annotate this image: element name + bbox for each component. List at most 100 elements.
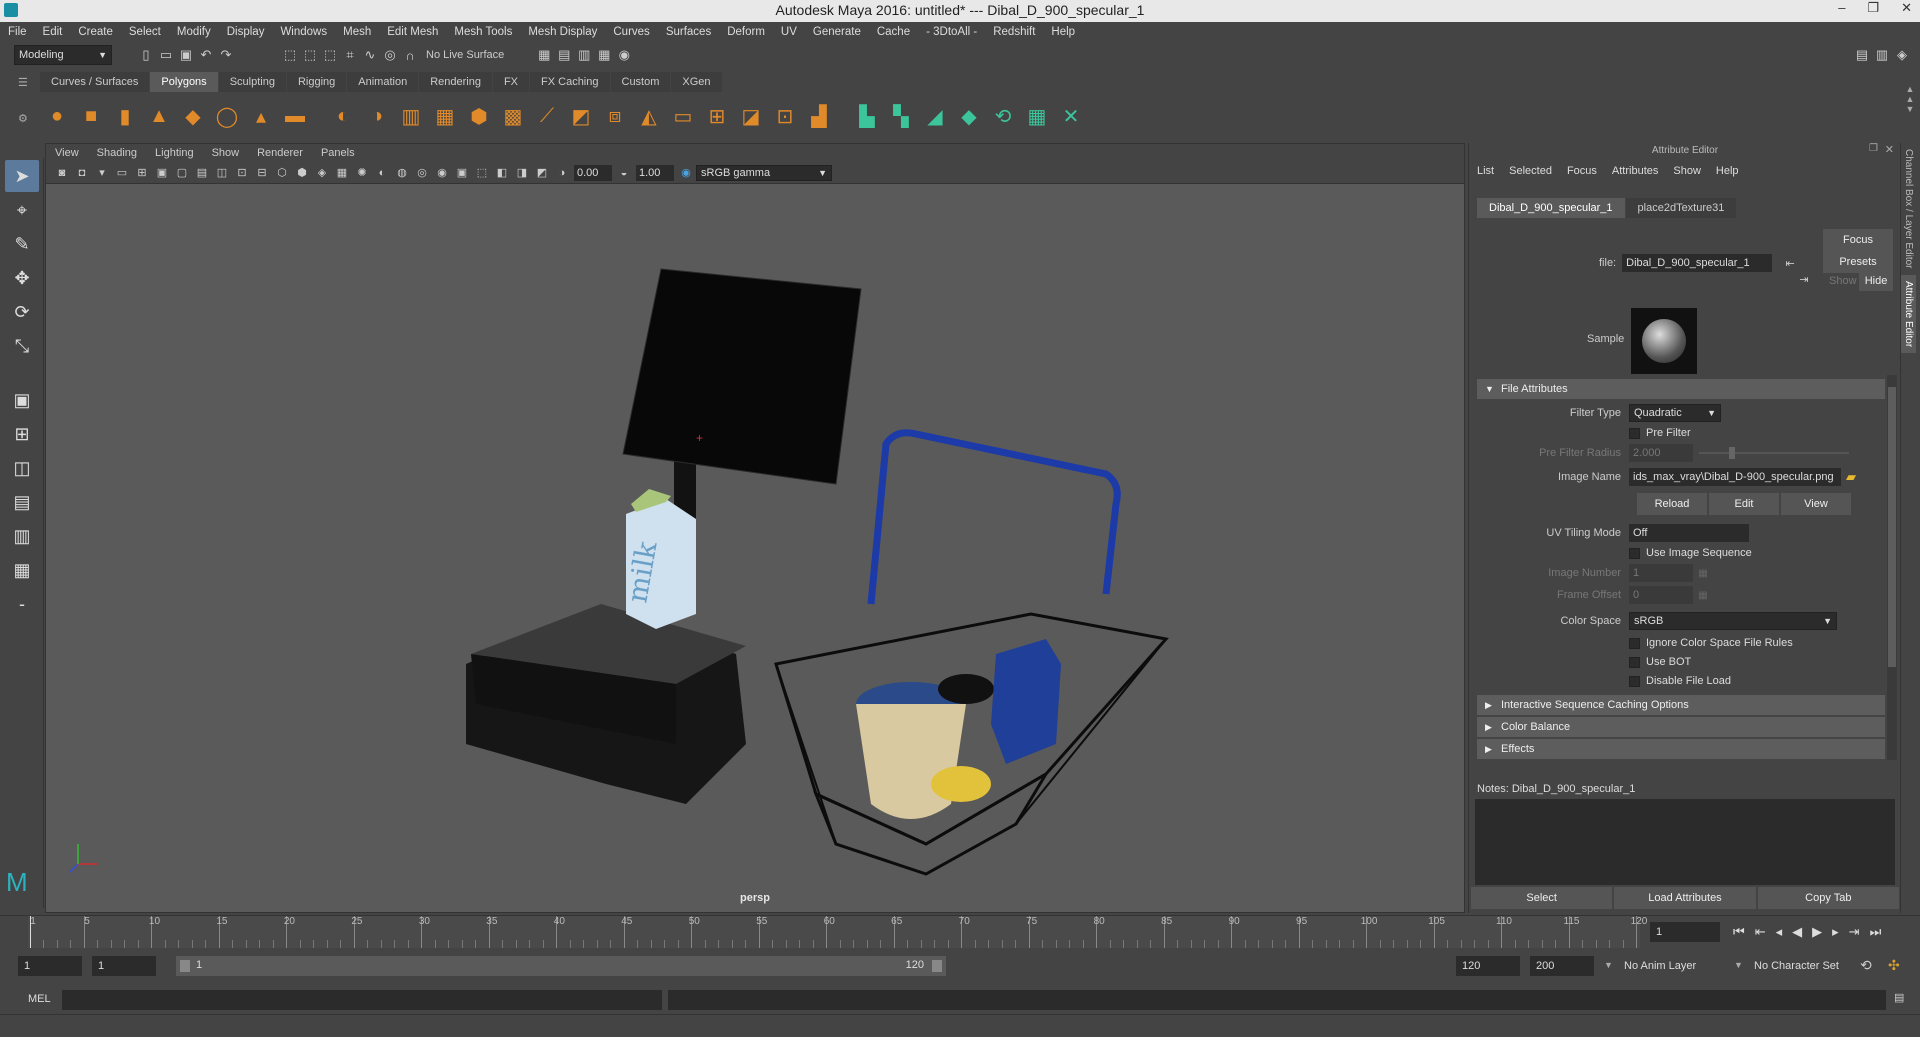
ae-menu-attributes[interactable]: Attributes: [1612, 165, 1658, 177]
shelf-tab-xgen[interactable]: XGen: [671, 72, 722, 92]
view-button[interactable]: View: [1781, 493, 1851, 515]
ae-menu-help[interactable]: Help: [1716, 165, 1739, 177]
cylindrical-uv-icon[interactable]: ▚: [886, 101, 916, 131]
hypershade-icon[interactable]: ◉: [614, 45, 634, 65]
quad-draw-icon[interactable]: ▟: [804, 101, 834, 131]
slider-handle[interactable]: [1729, 447, 1735, 459]
output-connections-icon[interactable]: ⇥: [1794, 269, 1814, 289]
poly-cube-icon[interactable]: ■: [76, 101, 106, 131]
shelf-tab-animation[interactable]: Animation: [347, 72, 419, 92]
ae-menu-focus[interactable]: Focus: [1567, 165, 1597, 177]
offset-edge-icon[interactable]: ⊡: [770, 101, 800, 131]
side-tab-channel-box[interactable]: Channel Box / Layer Editor: [1901, 143, 1916, 275]
menu-modify[interactable]: Modify: [169, 22, 219, 42]
safe-title-icon[interactable]: ⊟: [254, 165, 270, 181]
gamma-field[interactable]: 1.00: [636, 164, 674, 181]
layout-icon[interactable]: ◈: [1892, 45, 1912, 65]
open-scene-icon[interactable]: ▭: [156, 45, 176, 65]
shelf-tab-rendering[interactable]: Rendering: [419, 72, 492, 92]
copy-tab-button[interactable]: Copy Tab: [1757, 887, 1899, 909]
menu-edit-mesh[interactable]: Edit Mesh: [379, 22, 446, 42]
step-back-key-icon[interactable]: ⇤: [1755, 924, 1766, 940]
image-number-field[interactable]: 1: [1629, 564, 1693, 582]
menu-display[interactable]: Display: [219, 22, 273, 42]
anim-end-field[interactable]: 200: [1530, 956, 1594, 976]
time-slider[interactable]: 1 5 10 15 20 25 30 35 40 45 50 55 60 65 70 75 80 85 90 95 1…: [0, 915, 1920, 948]
xray-joints-icon[interactable]: ◨: [514, 165, 530, 181]
poly-cone-icon[interactable]: ▲: [144, 101, 174, 131]
graph-layout-icon[interactable]: ▥: [5, 520, 39, 552]
ae-tab-place2dtexture[interactable]: place2dTexture31: [1625, 198, 1737, 218]
ignore-color-space-checkbox[interactable]: [1629, 637, 1640, 649]
smooth-icon[interactable]: ⬢: [464, 101, 494, 131]
combine-icon[interactable]: ◐: [328, 101, 358, 131]
section-color-balance[interactable]: ▶ Color Balance: [1477, 717, 1885, 737]
poly-cylinder-icon[interactable]: ▮: [110, 101, 140, 131]
vp-menu-view[interactable]: View: [46, 144, 88, 162]
play-forward-icon[interactable]: ▶: [1812, 924, 1822, 940]
select-component-icon[interactable]: ⬚: [320, 45, 340, 65]
menu-uv[interactable]: UV: [773, 22, 805, 42]
shelf-settings-icon[interactable]: ⚙: [18, 112, 28, 125]
menu-cache[interactable]: Cache: [869, 22, 918, 42]
snap-point-icon[interactable]: ◎: [380, 45, 400, 65]
menu-redshift[interactable]: Redshift: [985, 22, 1043, 42]
ambient-occlusion-icon[interactable]: ◍: [394, 165, 410, 181]
mel-label[interactable]: MEL: [28, 993, 51, 1005]
collapse-icon[interactable]: -: [5, 588, 39, 620]
snap-curve-icon[interactable]: ∿: [360, 45, 380, 65]
range-slider[interactable]: 1 120: [176, 956, 946, 976]
render-current-icon[interactable]: ▤: [554, 45, 574, 65]
attr-scrollbar[interactable]: [1887, 375, 1897, 760]
notes-textarea[interactable]: [1475, 799, 1895, 885]
go-to-end-icon[interactable]: ⏭: [1870, 924, 1882, 940]
shadows-icon[interactable]: ◐: [374, 165, 390, 181]
poly-pyramid-icon[interactable]: ▴: [246, 101, 276, 131]
shelf-tab-polygons[interactable]: Polygons: [150, 72, 218, 92]
minimize-button[interactable]: –: [1838, 0, 1845, 16]
chevron-down-icon[interactable]: ▼: [1734, 960, 1743, 970]
camera-attr-icon[interactable]: ◘: [74, 165, 90, 181]
pre-filter-checkbox[interactable]: [1629, 427, 1640, 439]
two-pane-layout-icon[interactable]: ◫: [5, 452, 39, 484]
preferences-icon[interactable]: ✣: [1888, 957, 1900, 974]
current-frame-field[interactable]: 1: [1650, 922, 1720, 942]
poly-torus-icon[interactable]: ◯: [212, 101, 242, 131]
planar-uv-icon[interactable]: ▙: [852, 101, 882, 131]
menu-surfaces[interactable]: Surfaces: [658, 22, 719, 42]
vp-menu-renderer[interactable]: Renderer: [248, 144, 312, 162]
exposure-field[interactable]: 0.00: [574, 164, 612, 181]
maximize-button[interactable]: ❐: [1867, 0, 1879, 16]
safe-action-icon[interactable]: ⊡: [234, 165, 250, 181]
depth-of-field-icon[interactable]: ▣: [454, 165, 470, 181]
four-pane-layout-icon[interactable]: ⊞: [5, 418, 39, 450]
select-object-icon[interactable]: ⬚: [300, 45, 320, 65]
film-gate-icon[interactable]: ▣: [154, 165, 170, 181]
time-ticks[interactable]: 1 5 10 15 20 25 30 35 40 45 50 55 60 65 70 75 80 85 90 95 1…: [28, 916, 1647, 948]
multi-cut-icon[interactable]: ⊞: [702, 101, 732, 131]
workspace-icon[interactable]: ▤: [1852, 45, 1872, 65]
character-set-dropdown[interactable]: No Character Set: [1754, 960, 1839, 972]
menu-3dtoall[interactable]: - 3DtoAll -: [918, 22, 985, 42]
separate-icon[interactable]: ◑: [362, 101, 392, 131]
menu-edit[interactable]: Edit: [35, 22, 71, 42]
scale-tool-icon[interactable]: ⤡: [5, 330, 39, 362]
menu-deform[interactable]: Deform: [719, 22, 773, 42]
shelf-tab-fx[interactable]: FX: [492, 72, 530, 92]
image-plane-icon[interactable]: ▭: [114, 165, 130, 181]
attr-scrollbar-thumb[interactable]: [1888, 387, 1896, 667]
save-scene-icon[interactable]: ▣: [176, 45, 196, 65]
lasso-tool-icon[interactable]: ⌖: [5, 194, 39, 226]
textured-icon[interactable]: ▦: [334, 165, 350, 181]
ae-menu-show[interactable]: Show: [1673, 165, 1701, 177]
ae-menu-selected[interactable]: Selected: [1509, 165, 1552, 177]
hide-button[interactable]: Hide: [1859, 271, 1893, 291]
target-weld-icon[interactable]: ◪: [736, 101, 766, 131]
uv-editor-icon[interactable]: ✕: [1056, 101, 1086, 131]
mode-dropdown[interactable]: Modeling ▼: [14, 45, 112, 65]
play-back-icon[interactable]: ◀: [1792, 924, 1802, 940]
focus-button[interactable]: Focus: [1823, 229, 1893, 251]
insert-edge-loop-icon[interactable]: ▭: [668, 101, 698, 131]
wireframe-icon[interactable]: ⬡: [274, 165, 290, 181]
xray-components-icon[interactable]: ◩: [534, 165, 550, 181]
